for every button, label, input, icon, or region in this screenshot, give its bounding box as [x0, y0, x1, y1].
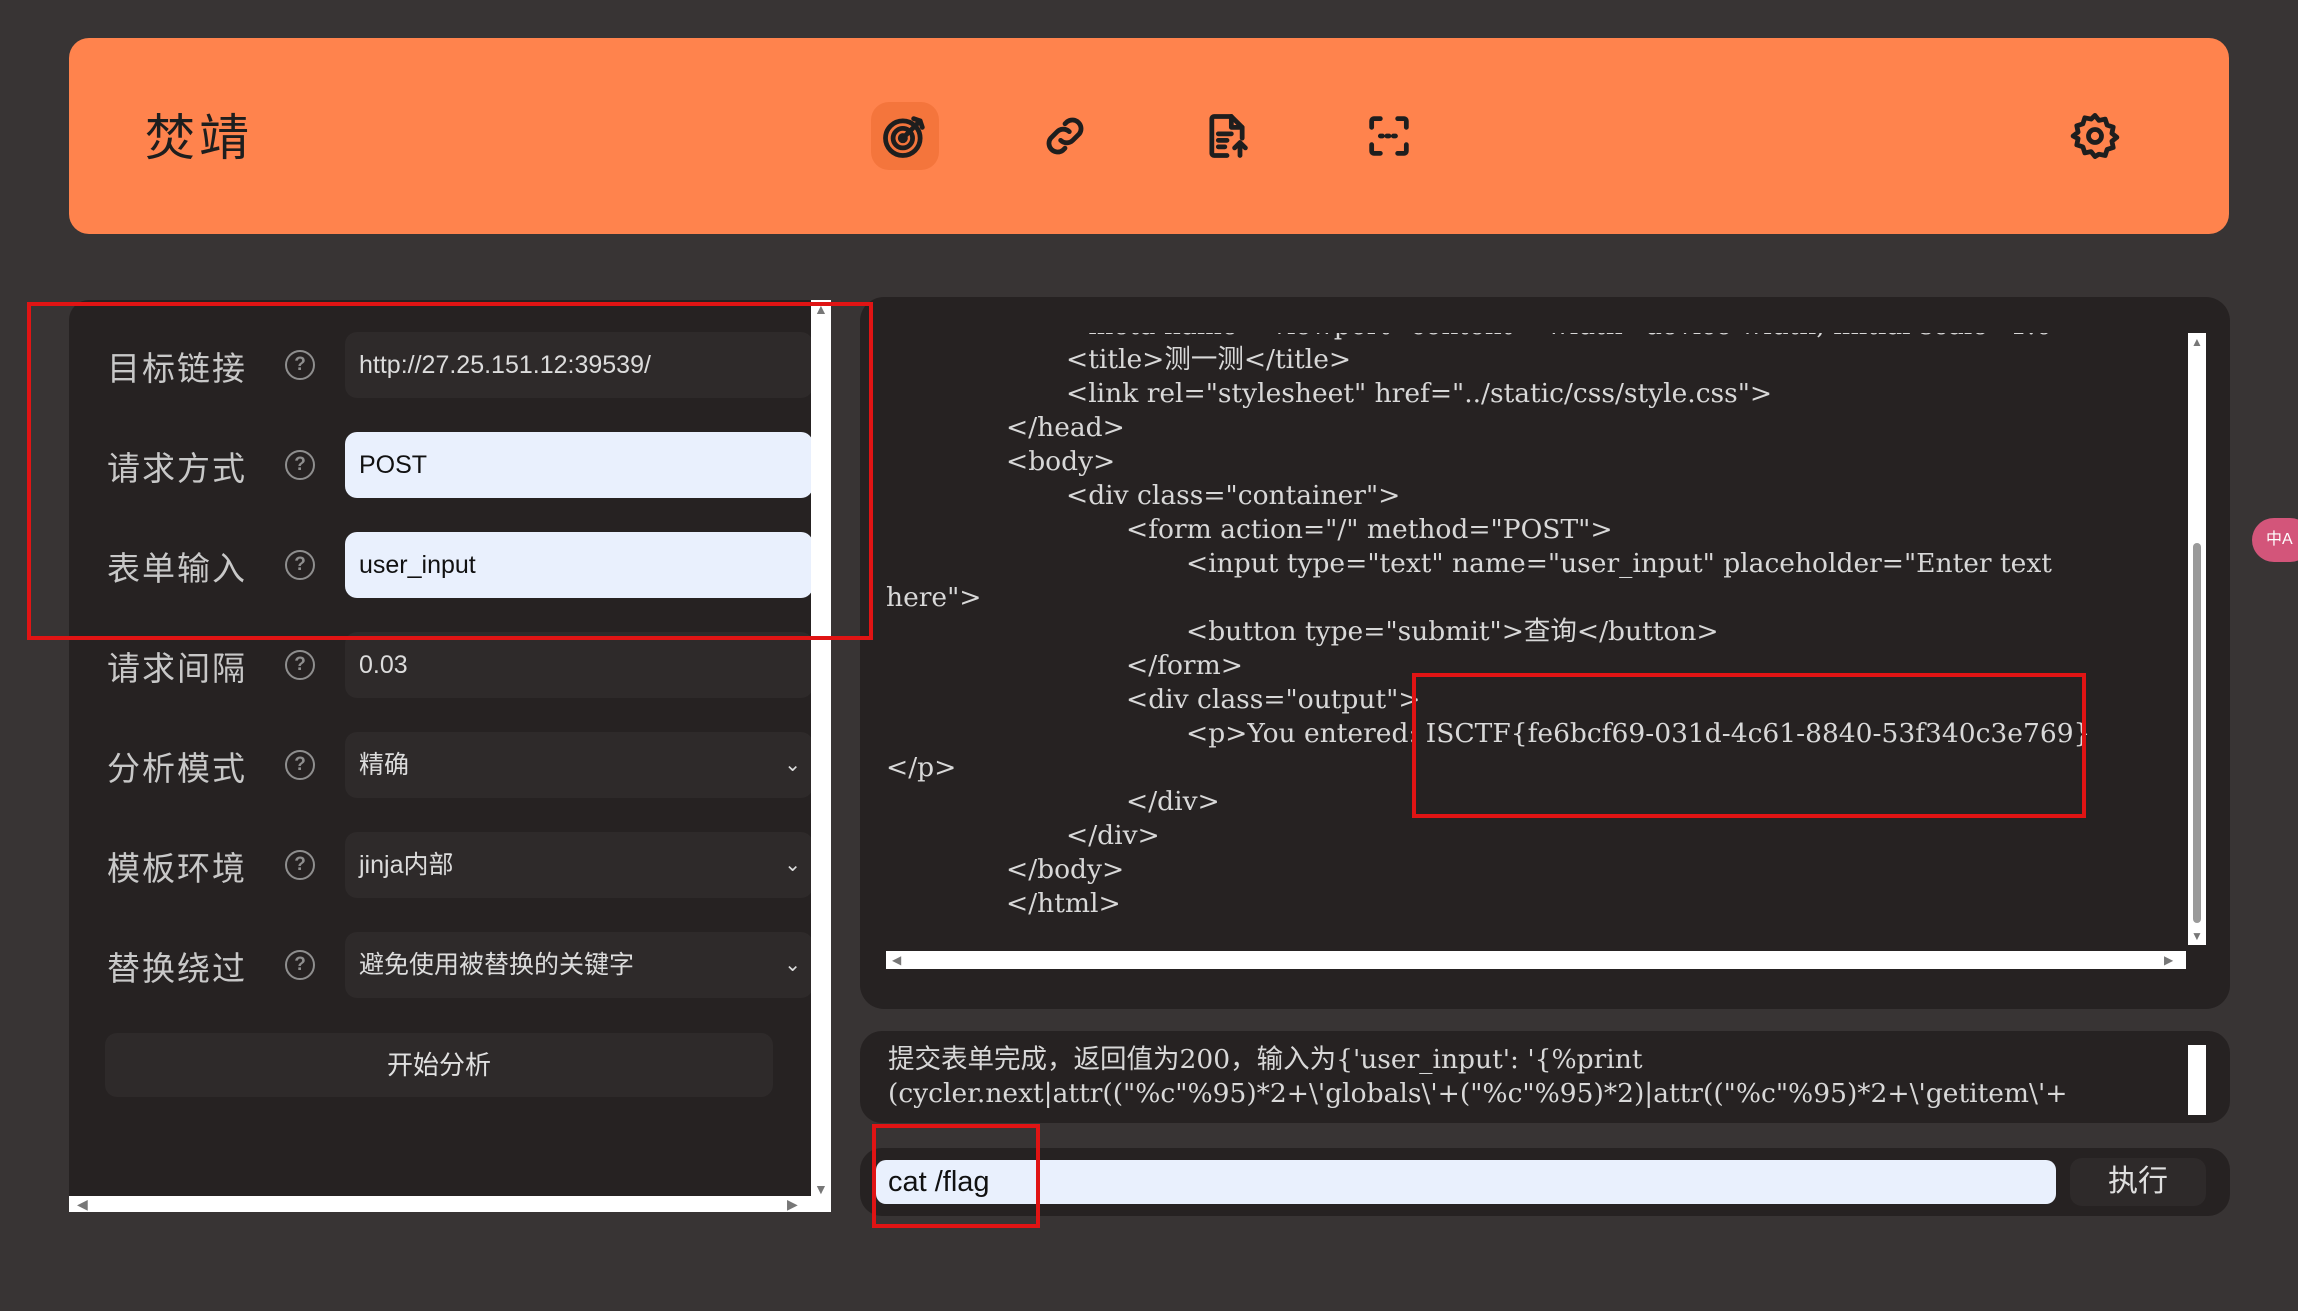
vertical-scrollbar[interactable]	[2188, 1045, 2206, 1115]
scroll-right-icon[interactable]: ▶	[2164, 953, 2173, 967]
code-line: <input type="text" name="user_input" pla…	[1186, 548, 2052, 579]
interval-input[interactable]: 0.03	[345, 632, 813, 698]
code-line: here">	[886, 582, 982, 613]
replace-bypass-select[interactable]: 避免使用被替换的关键字 ⌄	[345, 932, 813, 998]
log-panel: 提交表单完成，返回值为200，输入为{'user_input': '{%prin…	[860, 1031, 2230, 1123]
code-line: <title>测一测</title>	[1066, 344, 1352, 375]
start-analysis-button[interactable]: 开始分析	[105, 1033, 773, 1097]
vertical-scrollbar[interactable]: ▲ ▼	[2188, 333, 2206, 945]
code-line: </body>	[1006, 854, 1125, 885]
analysis-mode-label: 分析模式	[107, 749, 247, 788]
chevron-down-icon: ⌄	[784, 854, 801, 876]
code-line: <button type="submit">查询</button>	[1186, 616, 1719, 647]
scroll-down-icon[interactable]: ▼	[2191, 929, 2203, 943]
highlight-box-flag	[1412, 673, 2086, 818]
help-icon[interactable]: ?	[285, 850, 315, 880]
chevron-down-icon: ⌄	[784, 754, 801, 776]
help-icon[interactable]: ?	[285, 950, 315, 980]
template-env-value: jinja内部	[359, 851, 454, 879]
target-icon[interactable]	[871, 102, 939, 170]
scroll-left-icon[interactable]: ◀	[892, 953, 901, 967]
scan-icon[interactable]	[1355, 102, 1423, 170]
template-env-label: 模板环境	[107, 849, 247, 888]
help-icon[interactable]: ?	[285, 750, 315, 780]
link-icon[interactable]	[1031, 102, 1099, 170]
interval-label: 请求间隔	[107, 649, 247, 688]
code-line: <div class="output">	[1126, 684, 1421, 715]
response-panel: <meta name="viewport" content="width=dev…	[860, 297, 2230, 1009]
replace-bypass-label: 替换绕过	[107, 949, 247, 988]
scroll-right-icon[interactable]: ▶	[787, 1197, 798, 1211]
log-line: 提交表单完成，返回值为200，输入为{'user_input': '{%prin…	[888, 1044, 1643, 1075]
file-upload-icon[interactable]	[1193, 102, 1261, 170]
gear-icon[interactable]	[2061, 102, 2129, 170]
code-line: <body>	[1006, 446, 1116, 477]
code-line: <form action="/" method="POST">	[1126, 514, 1613, 545]
analysis-mode-select[interactable]: 精确 ⌄	[345, 732, 813, 798]
form-row-template-env: 模板环境 ? jinja内部 ⌄	[107, 832, 813, 898]
scroll-left-icon[interactable]: ◀	[77, 1197, 88, 1211]
form-row-interval: 请求间隔 ? 0.03	[107, 632, 813, 698]
scrollbar-thumb[interactable]	[2193, 543, 2201, 923]
code-line: </p>	[886, 752, 957, 783]
code-line: <link rel="stylesheet" href="../static/c…	[1066, 378, 1773, 409]
analysis-mode-value: 精确	[359, 751, 410, 779]
template-env-select[interactable]: jinja内部 ⌄	[345, 832, 813, 898]
code-line: </div>	[1066, 820, 1160, 851]
top-nav-bar: 焚靖	[69, 38, 2229, 234]
code-line: </div>	[1126, 786, 1220, 817]
help-icon[interactable]: ?	[285, 650, 315, 680]
app-title: 焚靖	[145, 109, 253, 167]
highlight-box-form	[27, 302, 873, 640]
horizontal-scrollbar[interactable]: ◀ ▶	[69, 1196, 831, 1212]
code-line: </head>	[1006, 412, 1125, 443]
form-row-replace-bypass: 替换绕过 ? 避免使用被替换的关键字 ⌄	[107, 932, 813, 998]
replace-bypass-value: 避免使用被替换的关键字	[359, 951, 635, 979]
scroll-down-icon[interactable]: ▼	[814, 1182, 828, 1196]
chevron-down-icon: ⌄	[784, 954, 801, 976]
response-code-view[interactable]: <meta name="viewport" content="width=dev…	[886, 333, 2186, 945]
code-line: </form>	[1126, 650, 1243, 681]
highlight-box-command	[872, 1124, 1040, 1228]
code-line: <div class="container">	[1066, 480, 1401, 511]
log-text: 提交表单完成，返回值为200，输入为{'user_input': '{%prin…	[888, 1043, 2178, 1111]
code-line: </html>	[1006, 888, 1121, 919]
translate-icon[interactable]: 中A	[2252, 518, 2298, 562]
command-input[interactable]: cat /flag	[876, 1160, 2056, 1204]
horizontal-scrollbar[interactable]: ◀ ▶	[886, 951, 2186, 969]
code-line: <meta name="viewport" content="width=dev…	[1066, 333, 2087, 343]
log-line: (cycler.next|attr(("%c"%95)*2+\'globals\…	[888, 1078, 2068, 1109]
scroll-up-icon[interactable]: ▲	[2191, 335, 2203, 349]
form-row-analysis-mode: 分析模式 ? 精确 ⌄	[107, 732, 813, 798]
command-bar: cat /flag 执行	[860, 1148, 2230, 1216]
execute-button[interactable]: 执行	[2070, 1158, 2206, 1206]
